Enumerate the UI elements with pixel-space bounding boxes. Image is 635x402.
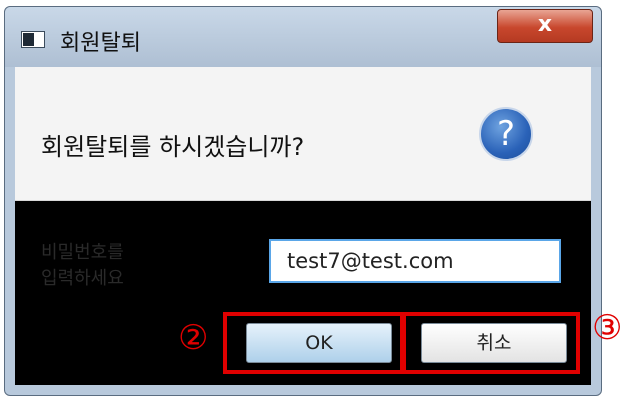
question-icon: ? [479,107,533,161]
credential-input[interactable] [269,239,561,283]
close-button[interactable]: x [497,9,593,43]
app-icon [21,31,45,48]
confirm-question: 회원탈퇴를 하시겠습니까? [41,133,305,161]
ok-button[interactable]: OK [246,323,392,363]
password-label: 비밀번호를 입력하세요 [41,240,124,292]
password-label-line2: 입력하세요 [41,268,124,289]
dialog-window: 회원탈퇴 x 회원탈퇴를 하시겠습니까? ? 비밀번호를 입력하세요 OK 취소 [4,6,602,396]
password-label-line1: 비밀번호를 [41,242,124,263]
dialog-title: 회원탈퇴 [60,31,141,56]
ok-marker: ② [178,318,209,358]
dialog-content: 회원탈퇴를 하시겠습니까? ? 비밀번호를 입력하세요 OK 취소 [15,67,591,385]
cancel-button[interactable]: 취소 [421,323,567,363]
cancel-marker: ③ [592,308,623,348]
title-bar: 회원탈퇴 x [5,7,601,67]
message-area: 회원탈퇴를 하시겠습니까? ? [15,67,591,201]
